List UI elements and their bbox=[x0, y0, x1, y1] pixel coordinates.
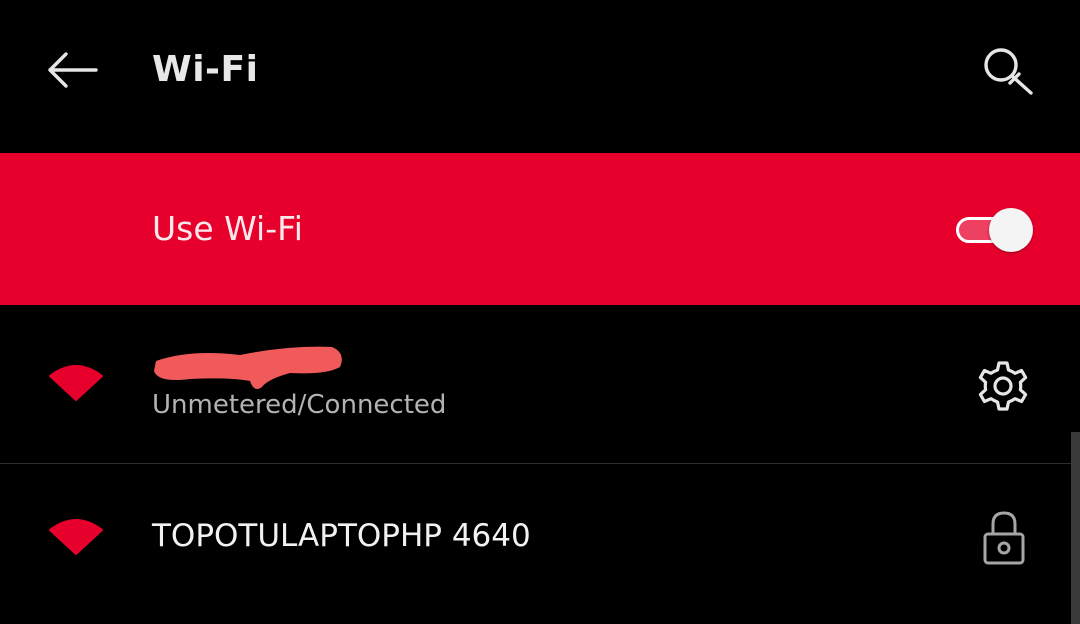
toolbar: Wi-Fi bbox=[0, 0, 1080, 150]
arrow-left-icon bbox=[48, 52, 98, 88]
page-title: Wi-Fi bbox=[152, 49, 259, 90]
network-settings-button[interactable] bbox=[974, 357, 1032, 415]
gear-icon bbox=[978, 361, 1028, 411]
use-wifi-switch[interactable] bbox=[956, 208, 1034, 252]
search-button[interactable] bbox=[974, 38, 1040, 104]
lock-icon bbox=[983, 511, 1025, 565]
wifi-signal-icon bbox=[49, 519, 103, 555]
wifi-settings-screen: Wi-Fi Use Wi-Fi Unmetered/Connected TOPO… bbox=[0, 0, 1080, 624]
network-name: TOPOTULAPTOPHP 4640 bbox=[152, 518, 531, 554]
back-button[interactable] bbox=[40, 42, 102, 98]
use-wifi-label: Use Wi-Fi bbox=[152, 209, 303, 248]
switch-thumb bbox=[989, 208, 1033, 252]
search-icon bbox=[984, 48, 1033, 95]
use-wifi-row[interactable]: Use Wi-Fi bbox=[0, 153, 1080, 305]
wifi-signal-icon bbox=[49, 365, 103, 401]
network-row-connected[interactable]: Unmetered/Connected bbox=[0, 305, 1080, 463]
scrollbar[interactable] bbox=[1071, 432, 1080, 624]
network-row-secured[interactable]: TOPOTULAPTOPHP 4640 bbox=[0, 464, 1080, 624]
network-status: Unmetered/Connected bbox=[152, 390, 447, 420]
